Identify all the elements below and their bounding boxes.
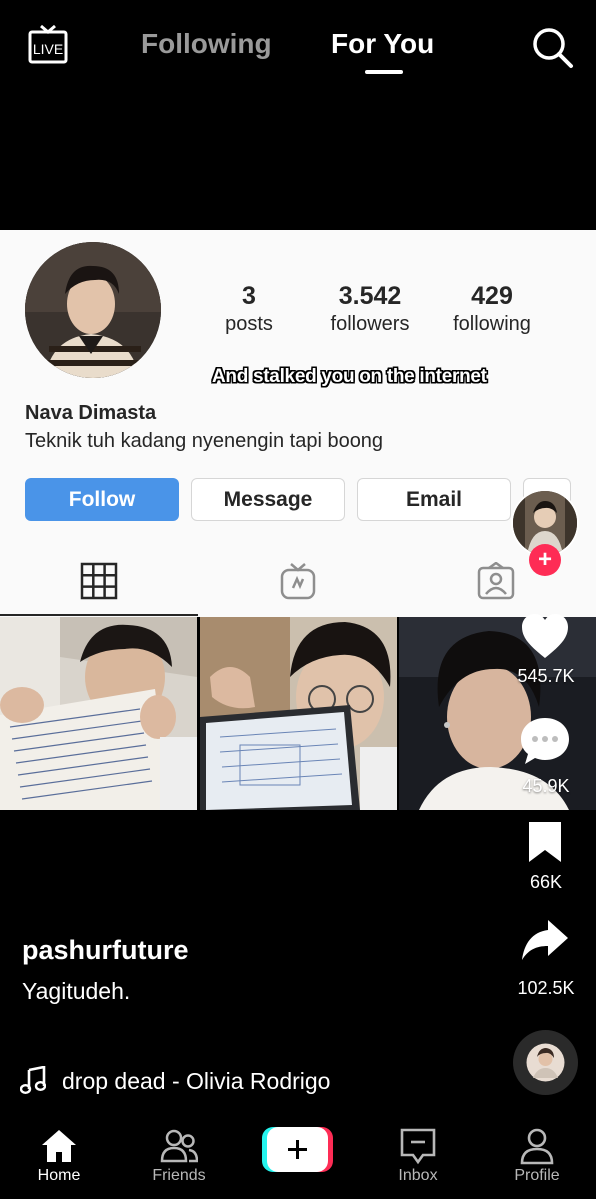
follow-button[interactable]: Follow [25, 478, 179, 521]
active-tab-indicator [365, 70, 403, 74]
nav-home-label: Home [37, 1167, 81, 1184]
heart-icon[interactable] [520, 614, 570, 660]
video-description: Yagitudeh. [22, 978, 131, 1004]
stat-posts-value: 3 [242, 282, 256, 310]
message-button[interactable]: Message [191, 478, 345, 521]
stat-followers-label: followers [330, 313, 410, 335]
grid-photo-1[interactable] [0, 617, 197, 810]
igtv-icon[interactable] [279, 562, 317, 600]
nav-profile-label: Profile [514, 1167, 560, 1184]
nav-inbox-label: Inbox [398, 1167, 438, 1184]
top-bar: LIVE Following For You [0, 0, 596, 100]
bookmark-icon[interactable] [527, 820, 563, 864]
stat-posts-label: posts [225, 313, 273, 335]
tab-for-you[interactable]: For You [331, 28, 434, 60]
tagged-icon[interactable] [477, 562, 515, 600]
profile-avatar [25, 242, 161, 378]
save-count: 66K [529, 872, 563, 892]
comment-icon[interactable] [519, 716, 571, 766]
nav-profile[interactable]: Profile [497, 1127, 577, 1185]
stat-following-label: following [453, 313, 531, 335]
nav-inbox[interactable]: Inbox [378, 1127, 458, 1185]
share-count: 102.5K [517, 978, 575, 998]
grid-icon[interactable] [80, 562, 118, 600]
email-button[interactable]: Email [357, 478, 511, 521]
inbox-icon [400, 1128, 436, 1165]
video-username[interactable]: pashurfuture [22, 935, 189, 966]
music-title[interactable]: drop dead - Olivia Rodrigo [62, 1068, 330, 1095]
nav-home[interactable]: Home [19, 1127, 99, 1185]
svg-text:LIVE: LIVE [33, 41, 63, 57]
stat-following[interactable]: 429 following [444, 282, 540, 336]
search-icon[interactable] [530, 25, 574, 69]
live-tv-icon[interactable]: LIVE [28, 24, 70, 66]
stat-following-value: 429 [471, 282, 513, 310]
bottom-nav: Home Friends Inbox Profile [0, 1115, 596, 1199]
nav-friends[interactable]: Friends [139, 1127, 219, 1185]
video-caption-overlay: And stalked you on the internet [212, 366, 487, 387]
friends-icon [160, 1129, 198, 1163]
share-icon[interactable] [520, 918, 570, 962]
stat-followers[interactable]: 3.542 followers [322, 282, 418, 336]
profile-icon [520, 1128, 554, 1165]
profile-screenshot: 3 posts 3.542 followers 429 following An… [0, 230, 596, 617]
like-count: 545.7K [517, 666, 575, 686]
follow-plus-badge[interactable]: + [529, 544, 561, 576]
stat-followers-value: 3.542 [338, 282, 402, 310]
grid-photo-2[interactable] [200, 617, 397, 810]
profile-bio: Teknik tuh kadang nyenengin tapi boong [25, 430, 384, 452]
music-note-icon [20, 1066, 46, 1094]
comment-count: 45.9K [522, 776, 570, 796]
create-plus-button[interactable] [262, 1127, 333, 1172]
home-icon [42, 1130, 76, 1162]
tab-following[interactable]: Following [141, 28, 272, 60]
music-disc[interactable] [513, 1030, 578, 1095]
nav-friends-label: Friends [152, 1167, 206, 1184]
stat-posts[interactable]: 3 posts [218, 282, 280, 336]
profile-name: Nava Dimasta [25, 402, 157, 424]
active-grid-tab-indicator [0, 614, 198, 616]
